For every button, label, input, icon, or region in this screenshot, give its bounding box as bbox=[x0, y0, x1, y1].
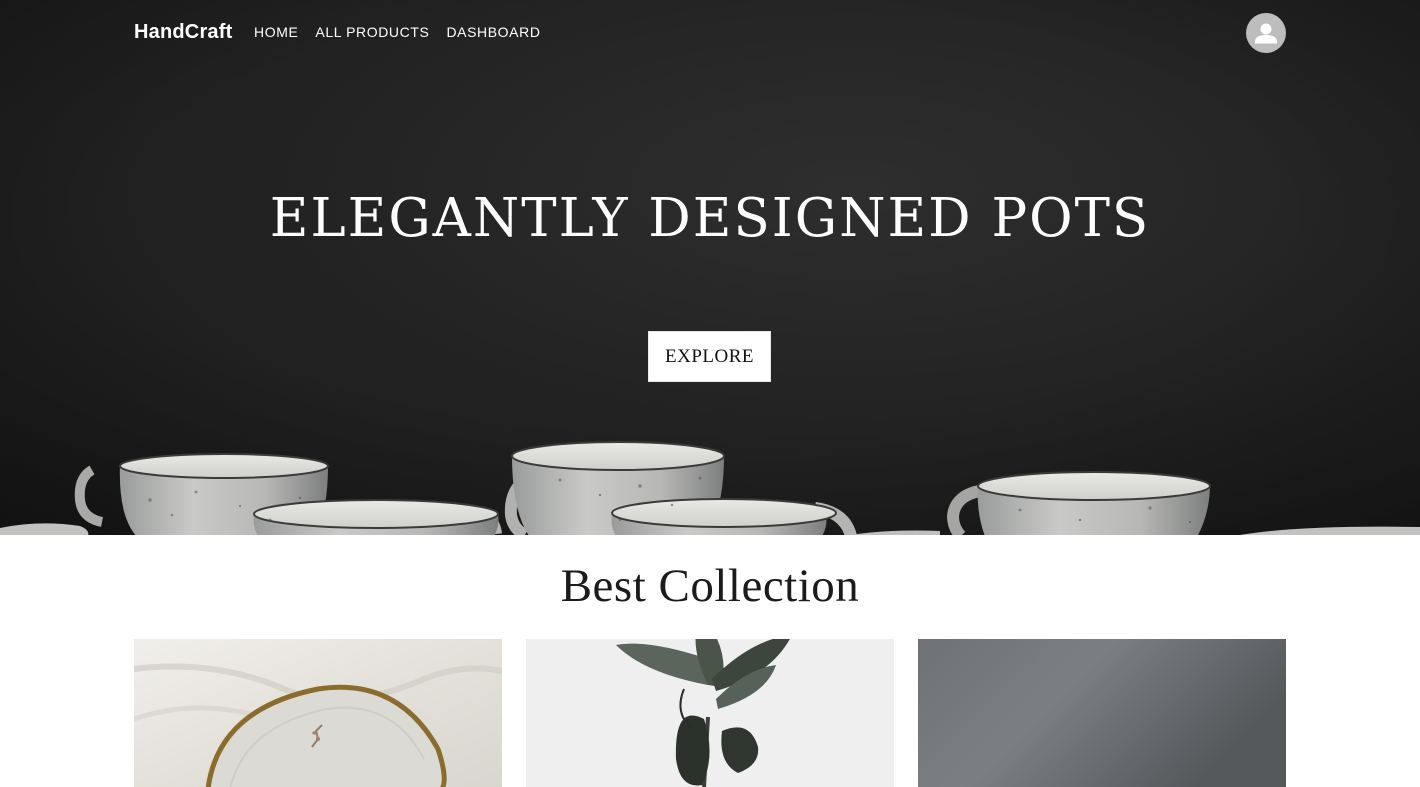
brand-logo[interactable]: HandCraft bbox=[134, 21, 232, 44]
product-card[interactable] bbox=[526, 639, 894, 787]
product-image-plate bbox=[134, 639, 502, 787]
nav-link-home[interactable]: HOME bbox=[254, 24, 298, 40]
collection-grid bbox=[134, 639, 1286, 787]
hero-section: HandCraft HOME ALL PRODUCTS DASHBOARD EL… bbox=[0, 0, 1420, 535]
hero-title: ELEGANTLY DESIGNED POTS bbox=[269, 188, 1151, 249]
user-avatar-button[interactable] bbox=[1246, 13, 1286, 53]
nav-links: HOME ALL PRODUCTS DASHBOARD bbox=[254, 24, 541, 40]
hero-background-image bbox=[0, 0, 1420, 535]
collection-title: Best Collection bbox=[560, 560, 860, 612]
product-image-plant bbox=[526, 639, 894, 787]
explore-button[interactable]: EXPLORE bbox=[648, 331, 771, 382]
product-card[interactable] bbox=[134, 639, 502, 787]
account-circle-icon bbox=[1255, 23, 1277, 44]
nav-link-all-products[interactable]: ALL PRODUCTS bbox=[315, 24, 429, 40]
nav-link-dashboard[interactable]: DASHBOARD bbox=[446, 24, 540, 40]
product-image-grey bbox=[918, 639, 1286, 787]
top-navbar: HandCraft HOME ALL PRODUCTS DASHBOARD bbox=[0, 0, 1420, 66]
product-card[interactable] bbox=[918, 639, 1286, 787]
